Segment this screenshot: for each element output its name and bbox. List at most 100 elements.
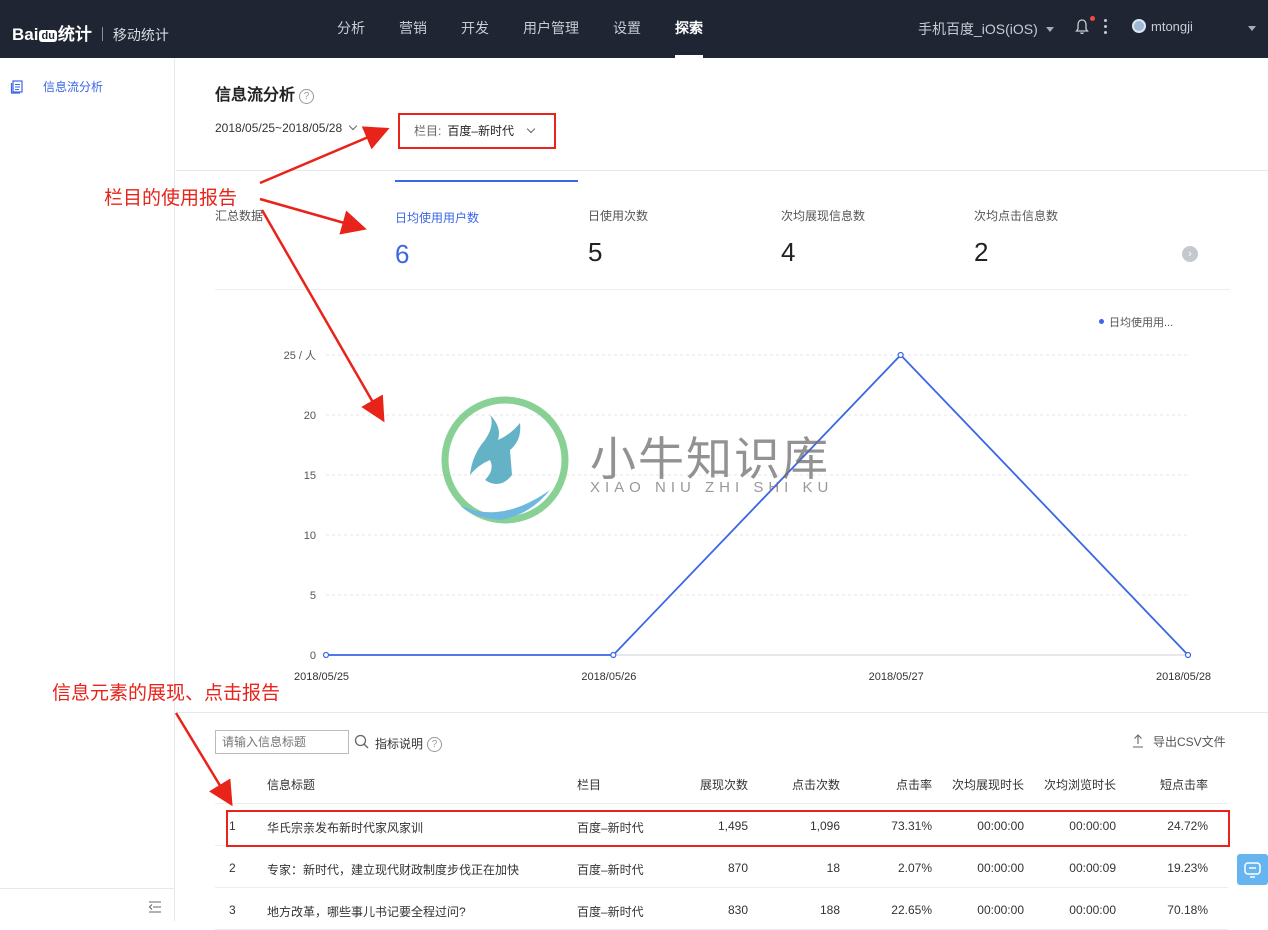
legend-dot bbox=[1099, 319, 1104, 324]
bell-icon[interactable] bbox=[1075, 19, 1089, 35]
nav-user-management[interactable]: 用户管理 bbox=[506, 0, 596, 58]
tab-value: 4 bbox=[781, 237, 796, 267]
annotation-element-report: 信息元素的展现、点击报告 bbox=[52, 683, 281, 704]
header-column[interactable]: 栏目 bbox=[577, 776, 601, 793]
cell-short-click-rate: 19.23% bbox=[1167, 861, 1208, 875]
metric-help-label: 指标说明 bbox=[375, 737, 424, 751]
product-name: 移动统计 bbox=[112, 27, 169, 43]
chevron-right-icon[interactable]: › bbox=[1182, 246, 1198, 262]
cell-avg-display-time: 00:00:00 bbox=[977, 903, 1024, 917]
y-tick-label: 5 bbox=[310, 590, 316, 602]
header-avg-browse-time[interactable]: 次均浏览时长 bbox=[1044, 776, 1116, 793]
summary-section: 汇总数据 bbox=[215, 180, 385, 290]
data-point bbox=[322, 651, 330, 659]
data-point bbox=[897, 351, 904, 359]
logo-divider bbox=[101, 27, 103, 41]
y-tick-label: 0 bbox=[310, 650, 316, 662]
help-icon[interactable]: ? bbox=[299, 89, 315, 104]
help-icon: ? bbox=[427, 737, 443, 752]
row-highlight-box bbox=[226, 810, 1230, 847]
nav-develop[interactable]: 开发 bbox=[444, 0, 506, 58]
tab-impressions-per-session[interactable]: 次均展现信息数 4 bbox=[781, 180, 964, 290]
header-title[interactable]: 信息标题 bbox=[267, 776, 315, 793]
chevron-down-icon bbox=[348, 121, 358, 131]
user-menu[interactable]: mtongji bbox=[1132, 19, 1193, 34]
user-chevron-down-icon[interactable] bbox=[1248, 26, 1256, 31]
notification-dot bbox=[1090, 16, 1095, 21]
column-select[interactable]: 栏目: 百度–新时代 bbox=[398, 113, 556, 149]
logo-text: Bai bbox=[12, 25, 39, 44]
nav-analysis[interactable]: 分析 bbox=[320, 0, 382, 58]
sidebar-item-feed-analysis[interactable]: 信息流分析 bbox=[10, 78, 103, 95]
feedback-button[interactable] bbox=[1237, 854, 1268, 885]
cell-index: 2 bbox=[229, 861, 236, 875]
search-icon[interactable] bbox=[354, 734, 369, 749]
sidebar-item-label: 信息流分析 bbox=[43, 80, 104, 94]
metric-help-link[interactable]: 指标说明? bbox=[375, 735, 443, 752]
y-tick-label: 15 bbox=[304, 470, 316, 482]
top-navigation-bar: Bai du 统计 移动统计 分析 营销 开发 用户管理 设置 探索 手机百度_iOS… bbox=[0, 0, 1268, 58]
watermark-bull-logo bbox=[441, 396, 569, 524]
chevron-down-icon bbox=[1045, 27, 1054, 32]
divider bbox=[176, 712, 1268, 713]
nav-explore[interactable]: 探索 bbox=[658, 0, 720, 58]
page-title-text: 信息流分析 bbox=[215, 87, 296, 104]
watermark: 小牛知识库 XIAO NIU ZHI SHI KU bbox=[440, 395, 835, 525]
username: mtongji bbox=[1151, 19, 1193, 34]
search-input[interactable] bbox=[215, 730, 349, 754]
tab-label: 日使用次数 bbox=[588, 209, 649, 223]
avatar bbox=[1132, 19, 1146, 33]
data-point bbox=[610, 651, 617, 659]
cell-title[interactable]: 专家：新时代，建立现代财政制度步伐正在加快 bbox=[267, 861, 519, 878]
chat-icon bbox=[1244, 862, 1261, 878]
tab-daily-sessions[interactable]: 日使用次数 5 bbox=[588, 180, 771, 290]
collapse-sidebar-icon[interactable] bbox=[148, 901, 162, 913]
annotation-column-report: 栏目的使用报告 bbox=[104, 188, 238, 209]
cell-avg-browse-time: 00:00:00 bbox=[1069, 903, 1116, 917]
more-vertical-icon[interactable] bbox=[1104, 19, 1108, 35]
x-tick-label: 2018/05/26 bbox=[581, 671, 636, 683]
header-impressions[interactable]: 展现次数 bbox=[700, 776, 748, 793]
upload-icon bbox=[1133, 734, 1143, 748]
tab-value: 5 bbox=[588, 237, 603, 267]
logo-paw: du bbox=[39, 30, 57, 42]
column-select-value: 百度–新时代 bbox=[447, 124, 515, 138]
cell-clicks: 18 bbox=[826, 861, 840, 875]
y-tick-label: 25 / 人 bbox=[284, 349, 316, 362]
tab-daily-users[interactable]: 日均使用用户数 6 bbox=[395, 180, 578, 290]
export-label: 导出CSV文件 bbox=[1153, 735, 1226, 749]
cell-clicks: 188 bbox=[819, 903, 840, 917]
header-click-rate[interactable]: 点击率 bbox=[896, 776, 932, 793]
tab-label: 日均使用用户数 bbox=[395, 211, 480, 225]
data-point bbox=[1184, 651, 1192, 659]
header-clicks[interactable]: 点击次数 bbox=[792, 776, 840, 793]
tab-clicks-per-session[interactable]: 次均点击信息数 2 bbox=[974, 180, 1157, 290]
cell-index: 3 bbox=[229, 903, 236, 917]
date-range-picker[interactable]: 2018/05/25~2018/05/28 bbox=[215, 121, 358, 135]
header-avg-display-time[interactable]: 次均展现时长 bbox=[952, 776, 1024, 793]
cell-avg-browse-time: 00:00:09 bbox=[1069, 861, 1116, 875]
app-selector[interactable]: 手机百度_iOS(iOS) bbox=[918, 19, 1054, 39]
logo-tongji: 统计 bbox=[57, 25, 92, 44]
header-short-click-rate[interactable]: 短点击率 bbox=[1160, 776, 1208, 793]
nav-settings[interactable]: 设置 bbox=[596, 0, 658, 58]
page-title: 信息流分析? bbox=[215, 81, 315, 105]
nav-marketing[interactable]: 营销 bbox=[382, 0, 444, 58]
cell-click-rate: 22.65% bbox=[891, 903, 932, 917]
baidu-tongji-logo[interactable]: Bai du 统计 移动统计 bbox=[12, 20, 169, 45]
cell-impressions: 830 bbox=[727, 903, 748, 917]
y-tick-label: 20 bbox=[304, 410, 316, 422]
column-select-label: 栏目: bbox=[414, 124, 442, 138]
cell-impressions: 870 bbox=[727, 861, 748, 875]
chart-legend[interactable]: 日均使用用... bbox=[1099, 314, 1173, 330]
watermark-subtext: XIAO NIU ZHI SHI KU bbox=[590, 479, 834, 496]
cell-title[interactable]: 地方改革，哪些事儿书记要全程过问? bbox=[267, 903, 466, 920]
x-tick-label: 2018/05/27 bbox=[869, 671, 924, 683]
cell-column: 百度–新时代 bbox=[577, 905, 644, 919]
cell-column: 百度–新时代 bbox=[577, 863, 644, 877]
export-csv-button[interactable]: 导出CSV文件 bbox=[1132, 733, 1226, 750]
table-row[interactable]: 3 地方改革，哪些事儿书记要全程过问? 百度–新时代 830 188 22.65… bbox=[215, 888, 1228, 930]
tab-label: 次均展现信息数 bbox=[781, 209, 866, 223]
tab-value: 2 bbox=[974, 237, 989, 267]
table-row[interactable]: 2 专家：新时代，建立现代财政制度步伐正在加快 百度–新时代 870 18 2.… bbox=[215, 846, 1228, 888]
